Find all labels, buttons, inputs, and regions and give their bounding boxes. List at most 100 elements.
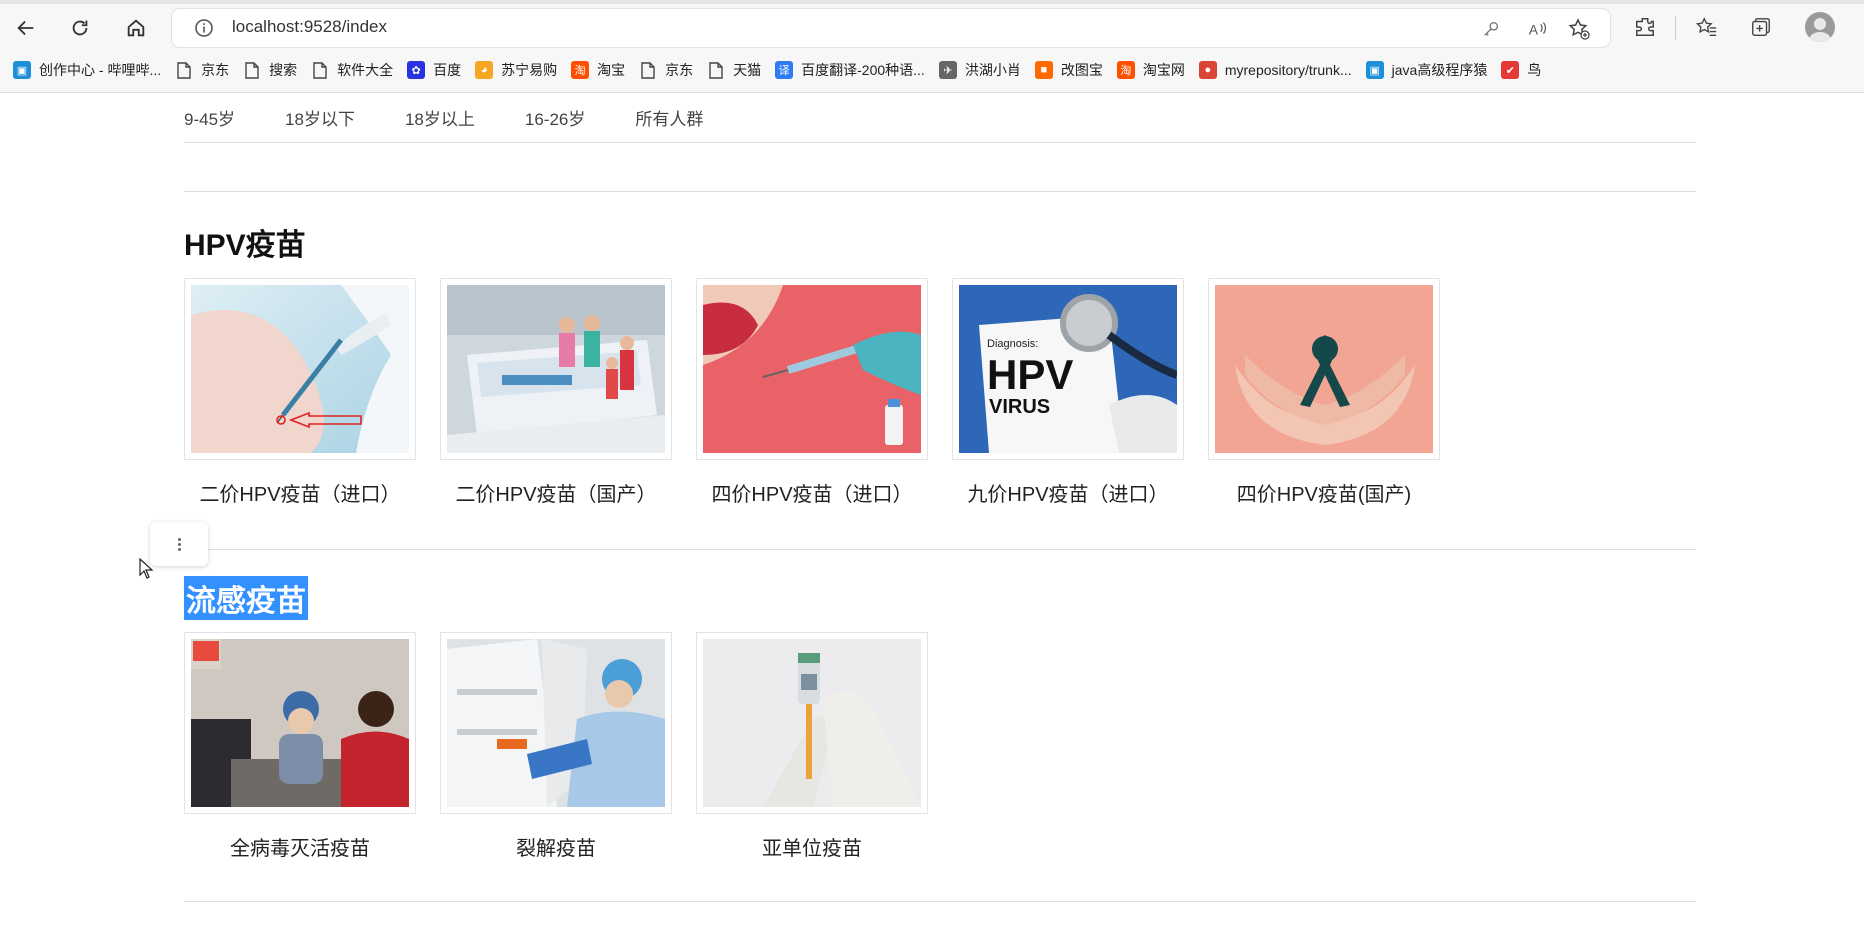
flu-vaccine-grid: 全病毒灭活疫苗 裂解疫苗 亚单位疫苗 <box>184 632 1696 861</box>
home-icon <box>127 19 145 37</box>
bookmark-label: 百度 <box>433 62 462 78</box>
vaccine-card[interactable]: 二价HPV疫苗（国产） <box>440 278 672 507</box>
page-icon <box>707 61 725 79</box>
filter-over-18[interactable]: 18岁以上 <box>405 105 475 130</box>
bilibili-icon: ▣ <box>13 61 31 79</box>
hpv-diagnosis-image: Diagnosis: HPV VIRUS <box>959 285 1177 453</box>
password-key-icon[interactable] <box>1480 18 1502 40</box>
vaccine-label[interactable]: 全病毒灭活疫苗 <box>184 832 416 861</box>
bookmark-label: 改图宝 <box>1060 62 1103 78</box>
vaccine-card[interactable]: 四价HPV疫苗(国产) <box>1208 278 1440 507</box>
bookmark-item[interactable]: 天猫 <box>700 56 768 84</box>
vaccine-label[interactable]: 四价HPV疫苗(国产) <box>1208 478 1440 507</box>
bookmark-item[interactable]: ✈ 洪湖小肖 <box>932 56 1028 84</box>
filter-16-26[interactable]: 16-26岁 <box>525 105 585 130</box>
home-button[interactable] <box>118 10 154 46</box>
divider <box>184 549 1696 550</box>
hpv-section-header: HPV疫苗 <box>184 220 1696 262</box>
vaccine-card[interactable]: 全病毒灭活疫苗 <box>184 632 416 861</box>
hpv-card-sub-text: VIRUS <box>989 396 1050 418</box>
vaccine-card[interactable]: 二价HPV疫苗（进口） <box>184 278 416 507</box>
bookmark-item[interactable]: ✿ 百度 <box>400 56 468 84</box>
bookmark-item[interactable]: 京东 <box>632 56 700 84</box>
bookmark-item[interactable]: ■ 改图宝 <box>1028 56 1110 84</box>
profile-avatar[interactable] <box>1805 12 1835 42</box>
vertical-dots-icon <box>177 536 181 553</box>
bookmark-item[interactable]: 淘淘宝网 <box>1110 56 1192 84</box>
vial-syringe-image <box>703 639 921 807</box>
translate-icon: 译 <box>775 61 794 79</box>
page-icon <box>243 61 261 79</box>
filter-9-45[interactable]: 9-45岁 <box>184 105 235 130</box>
extensions-icon[interactable] <box>1628 10 1662 44</box>
taobao-icon: 淘 <box>1116 61 1135 79</box>
bookmark-item[interactable]: 搜索 <box>236 56 304 84</box>
vaccine-fridge-image <box>447 639 665 807</box>
page-content: 9-45岁 18岁以下 18岁以上 16-26岁 所有人群 HPV疫苗 二价HP… <box>184 92 1696 902</box>
url-text[interactable]: localhost:9528/index <box>232 17 387 37</box>
vaccine-image-frame[interactable] <box>184 632 416 814</box>
page-icon <box>311 61 329 79</box>
collections-icon[interactable] <box>1744 10 1778 44</box>
nurse-vaccinating-image <box>191 639 409 807</box>
vaccine-card[interactable]: 四价HPV疫苗（进口） <box>696 278 928 507</box>
age-filter-bar: 9-45岁 18岁以下 18岁以上 16-26岁 所有人群 <box>184 92 1696 142</box>
add-favorite-icon[interactable] <box>1568 18 1590 40</box>
divider <box>184 142 1696 143</box>
vaccine-card[interactable]: 裂解疫苗 <box>440 632 672 861</box>
bookmark-label: 天猫 <box>733 62 762 78</box>
bookmark-item[interactable]: ▣ 创作中心 - 哔哩哔... <box>6 56 168 84</box>
bookmark-item[interactable]: ▣ java高级程序猿 <box>1359 56 1495 84</box>
vaccine-image-frame[interactable] <box>696 278 928 460</box>
vaccine-card[interactable]: Diagnosis: HPV VIRUS 九价HPV疫苗（进口） <box>952 278 1184 507</box>
info-icon[interactable] <box>194 18 214 38</box>
vaccine-label[interactable]: 裂解疫苗 <box>440 832 672 861</box>
vaccine-image-frame[interactable] <box>184 278 416 460</box>
bookmark-label: 苏宁易购 <box>501 62 558 78</box>
bookmark-item[interactable]: 京东 <box>168 56 236 84</box>
bookmark-item[interactable]: ◕ 苏宁易购 <box>468 56 564 84</box>
ribbon-hands-image <box>1215 285 1433 453</box>
browser-chrome: localhost:9528/index A ▣ 创作中心 - 哔哩哔... 京东 搜… <box>0 0 1864 93</box>
vaccine-label[interactable]: 四价HPV疫苗（进口） <box>696 478 928 507</box>
vaccine-image-frame[interactable]: Diagnosis: HPV VIRUS <box>952 278 1184 460</box>
bird-red-icon: ✔ <box>1501 61 1520 79</box>
read-aloud-icon[interactable]: A <box>1526 18 1548 40</box>
favorites-icon[interactable] <box>1690 10 1724 44</box>
vaccine-image-frame[interactable] <box>696 632 928 814</box>
vaccine-image-frame[interactable] <box>440 632 672 814</box>
vaccine-image-frame[interactable] <box>1208 278 1440 460</box>
bookmark-item[interactable]: 软件大全 <box>304 56 400 84</box>
suning-icon: ◕ <box>475 61 494 79</box>
hpv-card-text: HPV <box>987 351 1073 398</box>
hpv-card-head-text: Diagnosis: <box>987 338 1038 350</box>
more-options-button[interactable] <box>150 522 208 566</box>
vaccine-label[interactable]: 二价HPV疫苗（国产） <box>440 478 672 507</box>
back-button[interactable] <box>8 10 44 46</box>
vaccine-card[interactable]: 亚单位疫苗 <box>696 632 928 861</box>
baidu-paw-icon: ✿ <box>407 61 426 79</box>
bookmark-item[interactable]: 译百度翻译-200种语... <box>768 56 932 84</box>
bookmark-label: 洪湖小肖 <box>964 62 1021 78</box>
reload-button[interactable] <box>62 10 98 46</box>
vaccine-box-figurines-image <box>447 285 665 453</box>
reload-icon <box>72 20 88 36</box>
bookmark-label: 搜索 <box>269 62 298 78</box>
page-icon <box>175 61 193 79</box>
bookmark-item[interactable]: ● myrepository/trunk... <box>1192 56 1359 84</box>
vaccine-image-frame[interactable] <box>440 278 672 460</box>
bookmark-label: java高级程序猿 <box>1391 62 1488 78</box>
filter-all[interactable]: 所有人群 <box>635 105 703 130</box>
bookmark-label: 创作中心 - 哔哩哔... <box>39 62 162 78</box>
address-bar[interactable]: localhost:9528/index A <box>172 9 1610 47</box>
mouse-cursor-icon <box>139 558 154 579</box>
section-title-flu: 流感疫苗 <box>184 576 308 620</box>
vaccine-label[interactable]: 二价HPV疫苗（进口） <box>184 478 416 507</box>
bilibili-icon: ▣ <box>1365 61 1384 79</box>
vaccine-label[interactable]: 亚单位疫苗 <box>696 832 928 861</box>
filter-under-18[interactable]: 18岁以下 <box>285 105 355 130</box>
bookmark-item[interactable]: ✔ 鸟 <box>1494 56 1548 84</box>
divider <box>184 191 1696 192</box>
vaccine-label[interactable]: 九价HPV疫苗（进口） <box>952 478 1184 507</box>
bookmark-item[interactable]: 淘淘宝 <box>564 56 632 84</box>
